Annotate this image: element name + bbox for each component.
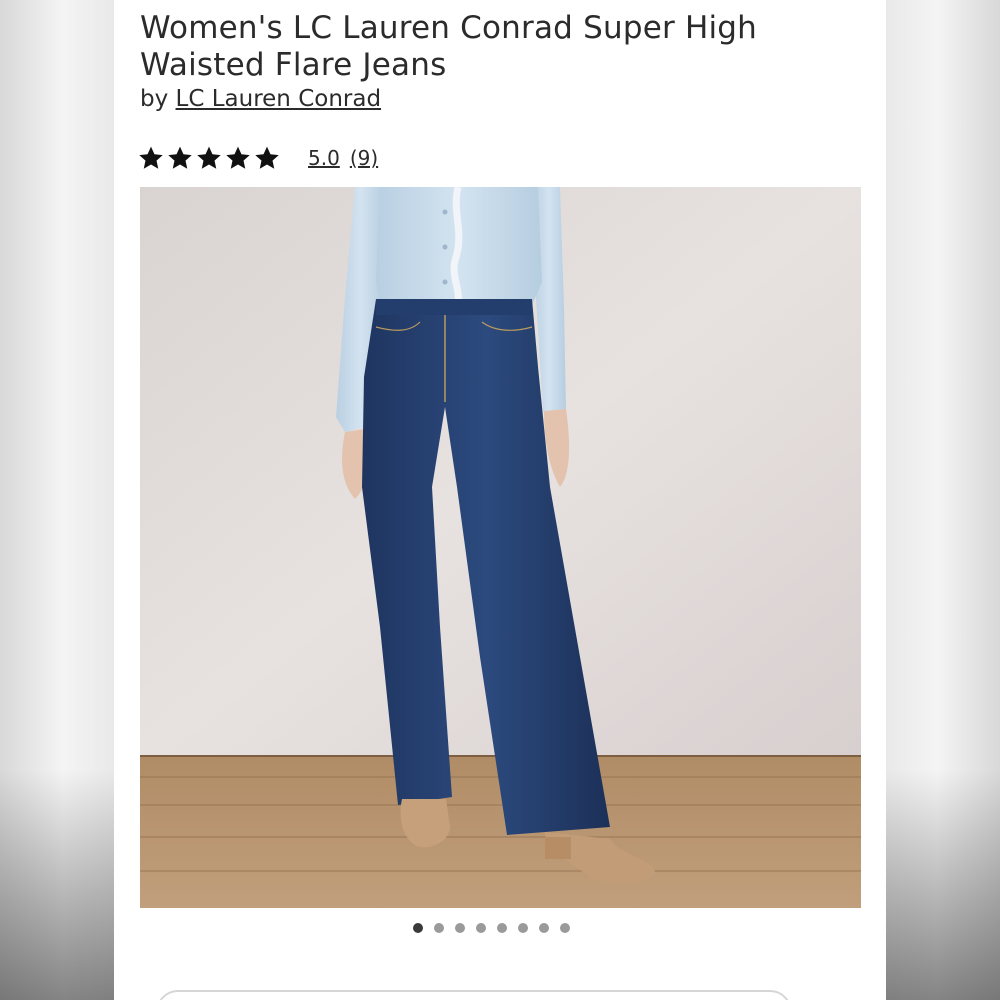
product-image[interactable] [140, 187, 861, 908]
star-icon [197, 146, 221, 169]
right-background [886, 0, 1000, 1000]
partial-button[interactable] [156, 990, 792, 1000]
product-page: Women's LC Lauren Conrad Super High Wais… [114, 0, 886, 1000]
product-title: Women's LC Lauren Conrad Super High Wais… [140, 10, 758, 83]
jeans-photo-illustration [140, 187, 861, 908]
left-background [0, 0, 114, 1000]
brand-byline: by LC Lauren Conrad [140, 86, 381, 112]
gallery-dot[interactable] [413, 923, 423, 933]
star-icon [139, 146, 163, 169]
gallery-dot[interactable] [518, 923, 528, 933]
gallery-dot[interactable] [476, 923, 486, 933]
gallery-pagination [114, 923, 886, 937]
rating-stars [138, 145, 280, 171]
star-icon [226, 146, 250, 169]
gallery-dot[interactable] [434, 923, 444, 933]
gallery-dot[interactable] [455, 923, 465, 933]
by-label: by [140, 86, 169, 112]
rating-score-link[interactable]: 5.0 [308, 146, 340, 170]
brand-link[interactable]: LC Lauren Conrad [176, 86, 382, 112]
product-rating[interactable]: 5.0 (9) [138, 141, 378, 175]
gallery-dot[interactable] [560, 923, 570, 933]
gallery-dot[interactable] [497, 923, 507, 933]
star-icon [168, 146, 192, 169]
gallery-dot[interactable] [539, 923, 549, 933]
review-count-link[interactable]: (9) [350, 146, 378, 170]
star-icon [255, 146, 279, 169]
